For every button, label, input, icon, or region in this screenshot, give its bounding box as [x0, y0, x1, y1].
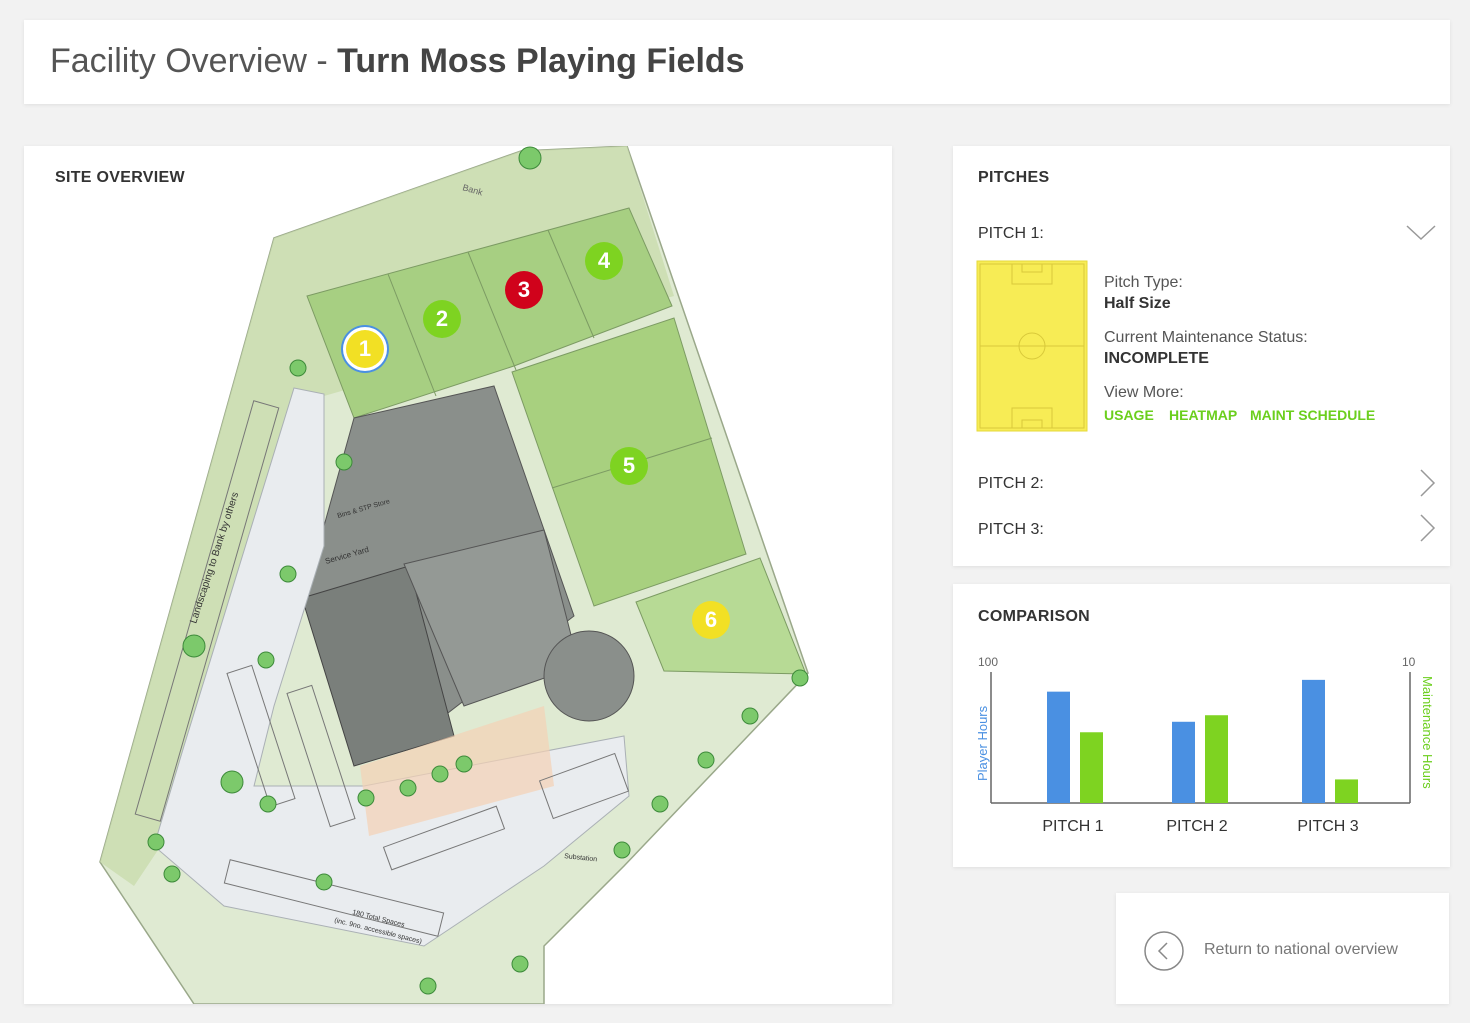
- bar-player-hours-3: [1302, 679, 1325, 803]
- maintenance-status-label: Current Maintenance Status:: [1104, 329, 1308, 346]
- x-tick-label: PITCH 1: [1042, 818, 1104, 835]
- bar-maintenance-hours-3: [1335, 779, 1358, 803]
- building-round: [543, 630, 635, 722]
- bar-player-hours-2: [1172, 721, 1195, 803]
- pitch-marker-label: 6: [704, 607, 718, 632]
- heatmap-link[interactable]: HEATMAP: [1169, 407, 1237, 423]
- pitch-type-value: Half Size: [1104, 295, 1171, 312]
- site-overview-panel: Bank Landscaping to Bank by others Bins …: [24, 146, 892, 1004]
- pitch-marker-label: 3: [517, 277, 531, 302]
- pitch-marker-6[interactable]: 6: [692, 601, 730, 639]
- x-tick-label: PITCH 3: [1297, 818, 1359, 835]
- pitches-panel: PITCHES PITCH 1: Pitch Type: Half Size C…: [953, 146, 1450, 566]
- pitch-marker-3[interactable]: 3: [505, 271, 543, 309]
- pitch-diagram: [976, 260, 1088, 432]
- comparison-panel: COMPARISON 100 10 Player Hours Maintenan…: [953, 584, 1450, 867]
- pitches-title: PITCHES: [978, 169, 1050, 186]
- site-map[interactable]: Bank Landscaping to Bank by others Bins …: [24, 146, 892, 1004]
- facility-name: Turn Moss Playing Fields: [337, 42, 745, 80]
- pitch-marker-label: 2: [435, 306, 449, 331]
- pitch-marker-2[interactable]: 2: [423, 300, 461, 338]
- usage-link[interactable]: USAGE: [1104, 407, 1154, 423]
- chevron-down-icon[interactable]: [1405, 223, 1437, 243]
- page-header: Facility Overview - Turn Moss Playing Fi…: [24, 20, 1450, 104]
- pitch-3-header[interactable]: PITCH 3:: [978, 521, 1044, 539]
- page-title-prefix: Facility Overview -: [50, 42, 338, 80]
- return-label: Return to national overview: [1204, 941, 1398, 958]
- pitch-1-header[interactable]: PITCH 1:: [978, 225, 1044, 243]
- chevron-left-circle-icon: [1144, 931, 1184, 971]
- pitch-marker-1[interactable]: 1: [346, 330, 384, 368]
- chevron-right-icon[interactable]: [1418, 468, 1436, 498]
- pitch-marker-4[interactable]: 4: [585, 242, 623, 280]
- bar-maintenance-hours-1: [1080, 732, 1103, 803]
- pitch-marker-label: 5: [622, 453, 636, 478]
- maintenance-status-value: INCOMPLETE: [1104, 350, 1209, 367]
- pitch-marker-label: 4: [597, 248, 611, 273]
- pitch-type-label: Pitch Type:: [1104, 274, 1183, 291]
- return-to-national-overview-button[interactable]: Return to national overview: [1116, 893, 1449, 1004]
- x-tick-label: PITCH 2: [1166, 818, 1228, 835]
- bar-maintenance-hours-2: [1205, 715, 1228, 803]
- site-overview-title: SITE OVERVIEW: [55, 169, 185, 186]
- pitch-marker-5[interactable]: 5: [610, 447, 648, 485]
- pitch-marker-label: 1: [358, 336, 372, 361]
- pitch-2-header[interactable]: PITCH 2:: [978, 475, 1044, 493]
- maint-schedule-link[interactable]: MAINT SCHEDULE: [1250, 407, 1375, 423]
- view-more-label: View More:: [1104, 384, 1184, 401]
- page-title: Facility Overview - Turn Moss Playing Fi…: [50, 42, 745, 81]
- bar-player-hours-1: [1047, 691, 1070, 803]
- chevron-right-icon[interactable]: [1418, 513, 1436, 543]
